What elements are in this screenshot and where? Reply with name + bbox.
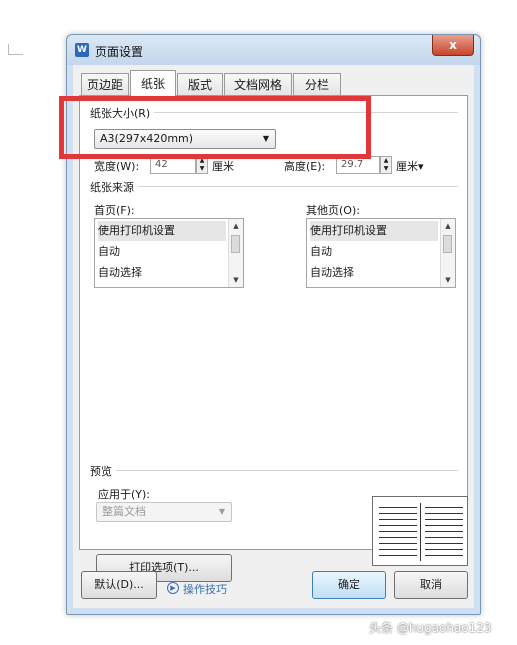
document-page-corner [8, 44, 23, 55]
apply-to-label: 应用于(Y): [98, 488, 151, 501]
first-page-label: 首页(F): [94, 204, 135, 217]
height-stepper[interactable]: ▲ ▼ [380, 156, 392, 174]
width-label: 宽度(W): [94, 160, 140, 173]
paper-tab-panel: 纸张大小(R) A3(297x420mm) ▼ 宽度(W): 42 ▲ ▼ 厘米 … [79, 95, 468, 582]
preview-divider [90, 470, 458, 471]
scroll-up-icon[interactable]: ▲ [441, 219, 455, 233]
other-pages-label: 其他页(O): [306, 204, 360, 217]
cancel-button[interactable]: 取消 [394, 571, 468, 599]
scroll-down-icon[interactable]: ▼ [229, 273, 243, 287]
page-preview [372, 496, 468, 566]
list-item[interactable]: 自动选择 [98, 263, 142, 283]
tips-link[interactable]: 操作技巧 [183, 581, 227, 597]
close-button[interactable]: x [432, 35, 474, 56]
close-icon: x [449, 38, 457, 52]
dropdown-arrow-icon: ▼ [218, 507, 225, 516]
other-pages-listbox[interactable]: 使用打印机设置 自动 自动选择 ▲ ▼ [306, 218, 456, 288]
height-label: 高度(E): [284, 160, 326, 173]
apply-to-select: 整篇文档 ▼ [96, 502, 232, 522]
list-item[interactable]: 自动 [98, 242, 120, 262]
apply-to-value: 整篇文档 [102, 505, 146, 518]
list-item[interactable]: 自动 [310, 242, 332, 262]
default-button[interactable]: 默认(D)... [81, 571, 157, 599]
tab-document-grid[interactable]: 文档网格 [224, 73, 292, 95]
tab-paper[interactable]: 纸张 [130, 70, 176, 96]
scroll-thumb[interactable] [443, 235, 452, 253]
preview-spine [420, 503, 421, 561]
list-item[interactable]: 使用打印机设置 [310, 221, 438, 241]
paper-source-group-label: 纸张来源 [90, 179, 138, 195]
watermark-text: 头条 @hugaohao123 [369, 621, 492, 635]
paper-source-divider [90, 186, 458, 187]
scroll-thumb[interactable] [231, 235, 240, 253]
play-circle-icon[interactable]: ▶ [167, 582, 179, 594]
scroll-down-icon[interactable]: ▼ [441, 273, 455, 287]
width-unit: 厘米 [212, 160, 234, 173]
list-item[interactable]: 自动选择 [310, 263, 354, 283]
preview-group-label: 预览 [90, 463, 116, 479]
ok-button[interactable]: 确定 [312, 571, 386, 599]
preview-right-page [425, 503, 463, 561]
first-page-listbox[interactable]: 使用打印机设置 自动 自动选择 ▲ ▼ [94, 218, 244, 288]
list-item[interactable]: 使用打印机设置 [98, 221, 226, 241]
first-page-scrollbar[interactable]: ▲ ▼ [228, 219, 243, 287]
other-pages-scrollbar[interactable]: ▲ ▼ [440, 219, 455, 287]
tab-columns[interactable]: 分栏 [293, 73, 341, 95]
preview-left-page [379, 503, 417, 561]
height-unit-select[interactable]: 厘米▾ [396, 158, 424, 174]
wps-writer-icon: W [75, 43, 89, 57]
tab-margins[interactable]: 页边距 [81, 73, 129, 95]
title-bar[interactable]: W 页面设置 x [67, 35, 480, 65]
dialog-title: 页面设置 [95, 45, 144, 59]
tab-layout[interactable]: 版式 [177, 73, 223, 95]
scroll-up-icon[interactable]: ▲ [229, 219, 243, 233]
annotation-highlight-box [59, 96, 371, 159]
